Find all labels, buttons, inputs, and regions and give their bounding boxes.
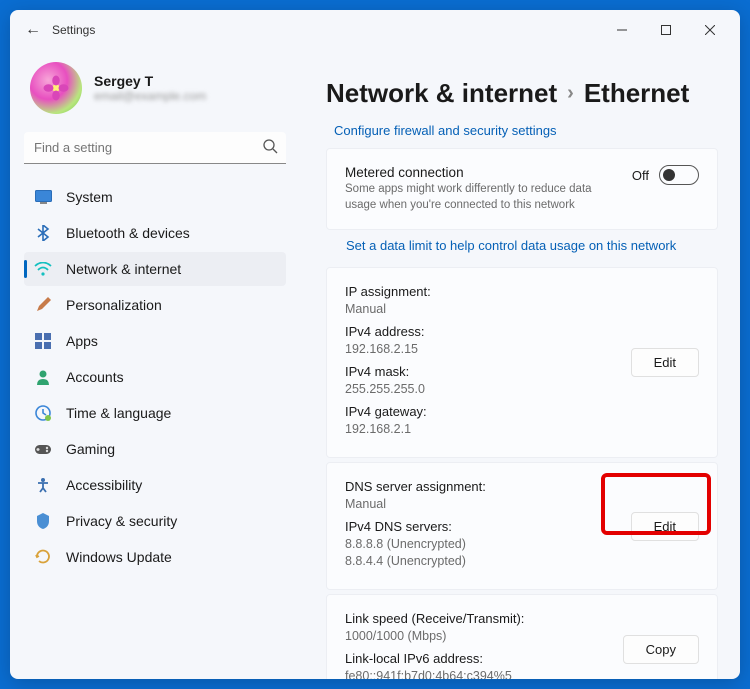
ip-assignment-label: IP assignment: [345, 284, 617, 299]
sidebar-item-privacy[interactable]: Privacy & security [24, 504, 286, 538]
privacy-icon [34, 512, 52, 530]
brush-icon [34, 296, 52, 314]
wifi-icon [34, 260, 52, 278]
ipv4-address-label: IPv4 address: [345, 324, 617, 339]
sidebar-item-personalization[interactable]: Personalization [24, 288, 286, 322]
nav-label: System [66, 189, 113, 205]
user-email: email@example.com [94, 89, 206, 103]
minimize-icon [617, 25, 627, 35]
link-speed-card: Link speed (Receive/Transmit): 1000/1000… [326, 594, 718, 679]
nav-list: System Bluetooth & devices Network & int… [24, 180, 286, 574]
ipv4-mask-label: IPv4 mask: [345, 364, 617, 379]
nav-label: Accessibility [66, 477, 142, 493]
bluetooth-icon [34, 224, 52, 242]
dns-server-2: 8.8.4.4 (Unencrypted) [345, 554, 617, 568]
nav-label: Time & language [66, 405, 171, 421]
nav-label: Gaming [66, 441, 115, 457]
breadcrumb-current: Ethernet [584, 78, 689, 109]
titlebar: ← Settings [10, 10, 740, 50]
ipv6-link-local-label: Link-local IPv6 address: [345, 651, 609, 666]
minimize-button[interactable] [600, 15, 644, 45]
link-speed-value: 1000/1000 (Mbps) [345, 629, 609, 643]
nav-label: Personalization [66, 297, 162, 313]
nav-label: Windows Update [66, 549, 172, 565]
settings-window: ← Settings Sergey T email@example.com [10, 10, 740, 679]
nav-label: Accounts [66, 369, 124, 385]
sidebar-item-time[interactable]: Time & language [24, 396, 286, 430]
gaming-icon [34, 440, 52, 458]
system-icon [34, 188, 52, 206]
edit-ip-button[interactable]: Edit [631, 348, 699, 377]
dns-assignment-label: DNS server assignment: [345, 479, 617, 494]
ipv4-mask-value: 255.255.255.0 [345, 382, 617, 396]
content-pane: Network & internet › Ethernet Configure … [300, 50, 740, 679]
ip-assignment-card: IP assignment: Manual IPv4 address: 192.… [326, 267, 718, 458]
ipv4-dns-label: IPv4 DNS servers: [345, 519, 617, 534]
edit-dns-button[interactable]: Edit [631, 512, 699, 541]
metered-title: Metered connection [345, 165, 618, 180]
maximize-icon [661, 25, 671, 35]
firewall-link[interactable]: Configure firewall and security settings [326, 123, 718, 148]
metered-connection-card: Metered connection Some apps might work … [326, 148, 718, 230]
close-icon [705, 25, 715, 35]
sidebar-item-update[interactable]: Windows Update [24, 540, 286, 574]
ipv6-link-local-value: fe80::941f:b7d0:4b64:c394%5 [345, 669, 609, 679]
time-icon [34, 404, 52, 422]
back-button[interactable]: ← [18, 21, 48, 39]
dns-server-1: 8.8.8.8 (Unencrypted) [345, 537, 617, 551]
sidebar: Sergey T email@example.com System Blueto… [10, 50, 300, 679]
accessibility-icon [34, 476, 52, 494]
sidebar-item-accessibility[interactable]: Accessibility [24, 468, 286, 502]
apps-icon [34, 332, 52, 350]
sidebar-item-network[interactable]: Network & internet [24, 252, 286, 286]
content-scroll[interactable]: Configure firewall and security settings… [300, 123, 740, 679]
nav-label: Apps [66, 333, 98, 349]
window-title: Settings [52, 23, 95, 37]
toggle-state-label: Off [632, 168, 649, 183]
nav-label: Network & internet [66, 261, 181, 277]
metered-toggle[interactable] [659, 165, 699, 185]
nav-label: Bluetooth & devices [66, 225, 190, 241]
metered-desc: Some apps might work differently to redu… [345, 182, 618, 213]
breadcrumb: Network & internet › Ethernet [300, 50, 740, 123]
ip-assignment-value: Manual [345, 302, 617, 316]
search-input[interactable] [24, 132, 286, 164]
sidebar-item-apps[interactable]: Apps [24, 324, 286, 358]
ipv4-address-value: 192.168.2.15 [345, 342, 617, 356]
sidebar-item-bluetooth[interactable]: Bluetooth & devices [24, 216, 286, 250]
dns-assignment-value: Manual [345, 497, 617, 511]
ipv4-gateway-label: IPv4 gateway: [345, 404, 617, 419]
user-profile[interactable]: Sergey T email@example.com [24, 50, 286, 132]
sidebar-item-system[interactable]: System [24, 180, 286, 214]
sidebar-item-accounts[interactable]: Accounts [24, 360, 286, 394]
close-button[interactable] [688, 15, 732, 45]
maximize-button[interactable] [644, 15, 688, 45]
copy-button[interactable]: Copy [623, 635, 699, 664]
dns-assignment-card: DNS server assignment: Manual IPv4 DNS s… [326, 462, 718, 590]
link-speed-label: Link speed (Receive/Transmit): [345, 611, 609, 626]
sidebar-item-gaming[interactable]: Gaming [24, 432, 286, 466]
ipv4-gateway-value: 192.168.2.1 [345, 422, 617, 436]
avatar [30, 62, 82, 114]
chevron-right-icon: › [567, 82, 574, 105]
update-icon [34, 548, 52, 566]
breadcrumb-parent[interactable]: Network & internet [326, 78, 557, 109]
nav-label: Privacy & security [66, 513, 177, 529]
search-icon [262, 138, 278, 159]
accounts-icon [34, 368, 52, 386]
data-limit-link[interactable]: Set a data limit to help control data us… [326, 234, 718, 267]
user-name: Sergey T [94, 73, 206, 89]
search-box [24, 132, 286, 164]
flower-icon [41, 73, 71, 103]
